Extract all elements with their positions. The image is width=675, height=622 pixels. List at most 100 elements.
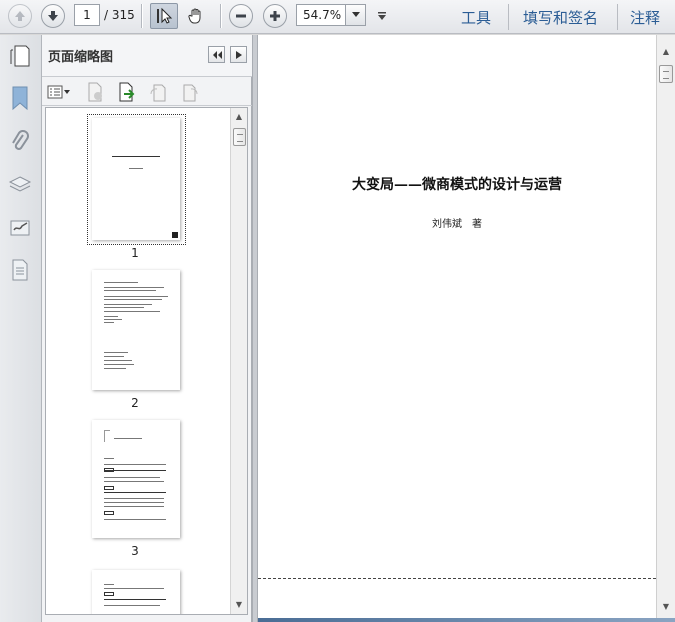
previous-page-button[interactable] [8,4,32,28]
thumbnail-options-button[interactable] [45,81,73,103]
thumbnail-scrollbar[interactable]: ▲ ▼ [230,108,247,614]
insert-page-icon [119,82,135,102]
thumb-text-line [104,502,164,503]
more-tools-button[interactable] [374,6,390,26]
rotate-right-button[interactable] [179,81,201,103]
page-thumbnail-1[interactable] [92,118,180,240]
thumb-author-line [129,168,143,169]
arrow-up-icon [15,11,25,21]
rotate-left-button[interactable] [147,81,169,103]
minus-icon [236,14,246,18]
attachments-rail-button[interactable] [6,127,34,157]
chevron-down-icon [351,12,360,17]
thumb-bracket [104,430,110,442]
signatures-rail-button[interactable] [6,213,34,243]
plus-icon [270,11,280,21]
thumb-text-line [104,599,166,600]
document-view[interactable]: 大变局——微商模式的设计与运营 刘伟斌 著 [258,35,656,618]
zoom-dropdown-button[interactable] [345,4,366,26]
tools-pane-button[interactable]: 工具 [461,7,491,28]
list-options-icon [47,85,70,99]
thumb-text-line [104,477,160,478]
thumbnail-page-number: 3 [131,544,139,558]
toolbar-divider [617,4,618,30]
thumb-text-line [104,307,144,308]
thumb-text-line [104,322,114,323]
scroll-down-icon[interactable]: ▼ [661,602,671,612]
zoom-level-input[interactable]: 54.7% [296,4,346,26]
navigation-rail [0,35,42,622]
overflow-menu-icon [378,12,386,20]
thumb-text-line [104,296,168,297]
thumb-text-line [104,458,114,459]
panel-options-button[interactable] [230,46,247,63]
hand-tool-button[interactable] [182,3,210,29]
page-break-line [258,578,656,579]
thumb-text-line [104,299,162,300]
collapse-panel-button[interactable] [208,46,225,63]
thumb-title-line [112,156,160,157]
thumb-text-line [104,290,156,291]
layers-rail-button[interactable] [6,170,34,200]
thumb-heading-line [114,438,142,439]
comment-pane-button[interactable]: 注释 [630,7,660,28]
document-author: 刘伟斌 著 [432,219,482,230]
zoom-out-button[interactable] [229,4,253,28]
thumbnail-toolbar [42,78,252,106]
thumb-text-line [104,304,152,305]
signature-icon [10,220,30,236]
scroll-up-icon[interactable]: ▲ [234,112,244,122]
main-toolbar: 1 / 315 54.7% 工具 填写和签名 注释 [0,0,675,34]
delete-pages-button[interactable] [84,81,106,103]
thumb-text-line [104,605,160,606]
select-tool-button[interactable] [150,3,178,29]
thumb-text-line [104,498,164,499]
thumb-corner-marker [172,232,178,238]
page-thumbnails-panel: 页面缩略图 1 2 3 ▲ ▼ [42,35,252,622]
thumb-text-line [104,352,128,353]
thumb-text-line [104,368,126,369]
thumb-text-line [104,287,164,288]
thumb-text-line [104,481,164,482]
thumb-text-line [104,506,164,507]
thumbnail-list[interactable]: 1 2 3 ▲ ▼ [45,107,248,615]
insert-pages-button[interactable] [116,81,138,103]
panel-title: 页面缩略图 [48,50,114,65]
thumb-text-line [104,364,134,365]
thumb-section-box [104,486,114,490]
scrollbar-thumb[interactable] [659,65,673,83]
thumb-section-box [104,592,114,596]
scroll-down-icon[interactable]: ▼ [234,600,244,610]
scroll-up-icon[interactable]: ▲ [661,47,671,57]
thumb-text-line [104,588,164,589]
page-thumbnails-rail-button[interactable] [6,41,34,71]
document-title: 大变局——微商模式的设计与运营 [352,177,562,193]
thumbnail-page-number: 1 [131,246,139,260]
document-icon [12,259,28,281]
status-strip [258,618,675,622]
thumb-text-line [104,316,118,317]
toolbar-divider [141,4,142,28]
rotate-page-icon [150,84,166,102]
bookmarks-rail-button[interactable] [6,83,34,113]
thumb-text-line [104,311,160,312]
page-thumbnail-2[interactable] [92,270,180,390]
thumb-text-line [104,492,166,493]
thumb-text-line [104,470,166,471]
cursor-icon [157,7,173,24]
page-thumbnail-3[interactable] [92,420,180,538]
thumb-text-line [104,319,122,320]
layers-icon [8,176,32,192]
toolbar-divider [220,4,221,28]
document-scrollbar[interactable]: ▲ ▼ [656,35,675,618]
panel-header: 页面缩略图 [42,35,252,77]
fill-and-sign-button[interactable]: 填写和签名 [523,7,598,28]
content-rail-button[interactable] [6,255,34,285]
scrollbar-thumb[interactable] [233,128,246,146]
page-total: / 315 [104,8,135,22]
page-number-input[interactable]: 1 [74,4,100,26]
zoom-in-button[interactable] [263,4,287,28]
page-thumbnail-4[interactable] [92,570,180,614]
thumb-text-line [104,356,124,357]
next-page-button[interactable] [41,4,65,28]
